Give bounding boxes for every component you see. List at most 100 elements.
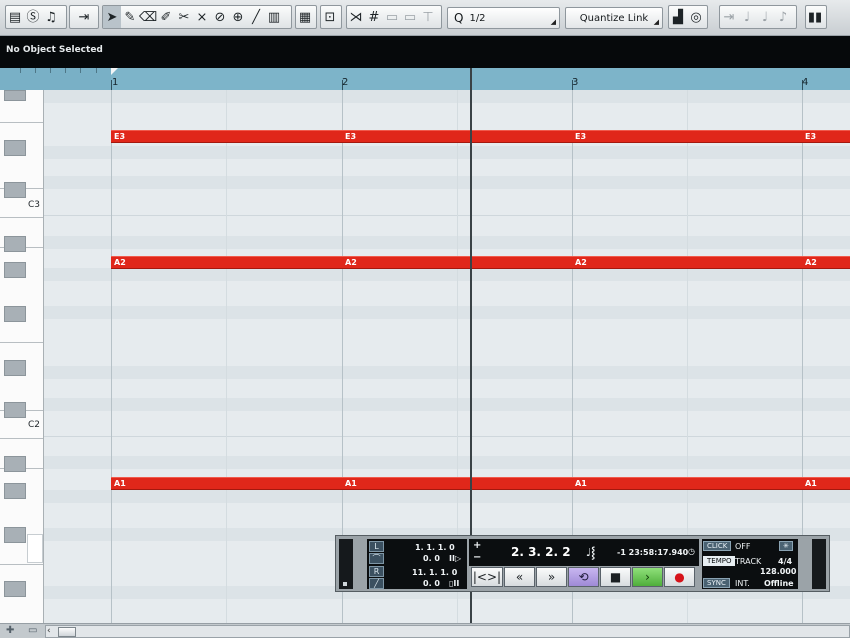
cycle-button[interactable]: ⟲: [568, 567, 599, 587]
right-locator-button[interactable]: R: [369, 566, 384, 577]
punch-in-icon[interactable]: ⌒: [369, 553, 384, 564]
rewind-button[interactable]: «: [504, 567, 535, 587]
tempo-value[interactable]: 128.000: [760, 567, 796, 576]
lane-setup-icon[interactable]: ▟: [669, 6, 687, 28]
scrollbar-thumb[interactable]: [58, 627, 76, 637]
add-icon[interactable]: ✚: [6, 625, 14, 636]
midi-note[interactable]: A2: [472, 256, 802, 269]
zoom-tool-icon[interactable]: ⊕: [229, 6, 247, 28]
black-key[interactable]: [4, 140, 26, 156]
split-tool-icon[interactable]: ✂: [175, 6, 193, 28]
move-insert-icon[interactable]: ♩: [738, 6, 756, 28]
transpose-icon[interactable]: ⊡: [321, 6, 339, 28]
midi-note[interactable]: A2: [802, 256, 850, 269]
primary-position[interactable]: 2. 3. 2. 2: [511, 545, 571, 559]
piano-keyboard[interactable]: C3 C2: [0, 90, 44, 623]
midi-note[interactable]: [702, 130, 802, 143]
fast-forward-button[interactable]: »: [536, 567, 567, 587]
snap-group: ⋊ # ▭ ▭ ⊤: [346, 5, 442, 29]
midi-note[interactable]: A1: [802, 477, 850, 490]
black-key[interactable]: [4, 360, 26, 376]
black-key[interactable]: [4, 456, 26, 472]
quantize-dropdown[interactable]: Q 1/2 ◢: [447, 7, 560, 29]
play-tool-icon[interactable]: ▥: [265, 6, 283, 28]
record-button[interactable]: ●: [664, 567, 695, 587]
midi-note[interactable]: E3: [472, 130, 702, 143]
snap-type-a-icon[interactable]: ▭: [383, 6, 401, 28]
black-key[interactable]: [4, 483, 26, 499]
active-key-highlight: [27, 534, 43, 563]
punch-out-icon[interactable]: ╱: [369, 578, 384, 589]
nudge-minus-icon[interactable]: −: [473, 552, 481, 563]
autoscroll-icon[interactable]: ⇥: [70, 6, 98, 28]
secondary-time[interactable]: -1 23:58:17.940: [617, 548, 688, 557]
black-key[interactable]: [4, 581, 26, 597]
stop-button[interactable]: ■: [600, 567, 631, 587]
time-signature[interactable]: 4/4: [778, 557, 792, 566]
ruler[interactable]: 1 2 3 4: [0, 68, 850, 90]
midi-note[interactable]: E3: [111, 130, 342, 143]
erase-tool-icon[interactable]: ⌫: [139, 6, 157, 28]
mute-tool-icon[interactable]: ⊘: [211, 6, 229, 28]
nudge-plus-icon[interactable]: +: [473, 540, 481, 551]
line-tool-icon[interactable]: ╱: [247, 6, 265, 28]
black-key[interactable]: [4, 527, 26, 543]
snap-grid-icon[interactable]: #: [365, 6, 383, 28]
left-locator-marker[interactable]: [111, 68, 118, 75]
auto-select-icon[interactable]: ▦: [296, 6, 314, 28]
left-locator-button[interactable]: L: [369, 541, 384, 552]
ruler-tick: [65, 68, 66, 73]
horizontal-scrollbar[interactable]: ‹: [45, 625, 850, 638]
transport-left-handle[interactable]: [339, 539, 353, 589]
clock-icon[interactable]: ◷: [688, 547, 695, 556]
inspector-toggle-icon[interactable]: ▤: [6, 6, 24, 28]
black-key-lane: [44, 366, 850, 379]
click-button[interactable]: CLICK: [703, 541, 732, 551]
midi-input-icon[interactable]: ◎: [687, 6, 705, 28]
midi-note[interactable]: A2: [111, 256, 342, 269]
snap-icon[interactable]: ⋊: [347, 6, 365, 28]
right-locator-sub[interactable]: 0. 0: [423, 579, 440, 588]
play-button[interactable]: ›: [632, 567, 663, 587]
goto-start-end-button[interactable]: |<>|: [471, 567, 503, 587]
midi-note[interactable]: E3: [342, 130, 472, 143]
snap-type-c-icon[interactable]: ⊤: [419, 6, 437, 28]
note-label: E3: [805, 132, 817, 141]
note-label: E3: [575, 132, 587, 141]
black-key[interactable]: [4, 306, 26, 322]
black-key[interactable]: [4, 236, 26, 252]
scroll-left-icon[interactable]: ‹: [47, 626, 51, 636]
object-selection-tool-icon[interactable]: ➤: [103, 6, 121, 28]
right-play-icon[interactable]: ▯II: [449, 579, 459, 588]
snap-type-b-icon[interactable]: ▭: [401, 6, 419, 28]
left-locator-value[interactable]: 1. 1. 1. 0: [415, 543, 455, 552]
black-key[interactable]: [4, 182, 26, 198]
midi-note[interactable]: A1: [472, 477, 802, 490]
tempo-button[interactable]: TEMPO: [703, 556, 736, 566]
click-settings-icon[interactable]: ✳: [779, 541, 793, 551]
solo-editor-icon[interactable]: Ⓢ: [24, 6, 42, 28]
midi-note[interactable]: A1: [342, 477, 472, 490]
key-editor-window: ▤ Ⓢ ♫ ⇥ ➤ ✎ ⌫ ✐ ✂ ⨯ ⊘ ⊕ ╱ ▥ ▦ ⊡ ⋊ # ▭ ▭ …: [0, 0, 850, 638]
pitch-record-icon[interactable]: ♩: [756, 6, 774, 28]
trim-tool-icon[interactable]: ✐: [157, 6, 175, 28]
transport-right-handle[interactable]: [812, 539, 826, 589]
black-key[interactable]: [4, 402, 26, 418]
glue-tool-icon[interactable]: ⨯: [193, 6, 211, 28]
midi-note[interactable]: E3: [802, 130, 850, 143]
folder-icon[interactable]: ▭: [28, 625, 37, 636]
midi-note[interactable]: A2: [342, 256, 472, 269]
velocity-record-icon[interactable]: ♪: [774, 6, 792, 28]
right-locator-value[interactable]: 11. 1. 1. 0: [412, 568, 457, 577]
draw-tool-icon[interactable]: ✎: [121, 6, 139, 28]
left-play-icon[interactable]: II▷: [449, 554, 461, 563]
black-key[interactable]: [4, 90, 26, 101]
left-locator-sub[interactable]: 0. 0: [423, 554, 440, 563]
black-key[interactable]: [4, 262, 26, 278]
quantize-link-dropdown[interactable]: Quantize Link ◢: [565, 7, 663, 29]
midi-note[interactable]: A1: [111, 477, 342, 490]
step-input-icon[interactable]: ⇥: [720, 6, 738, 28]
sync-button[interactable]: SYNC: [703, 578, 730, 588]
window-layout-icon[interactable]: ▮▮: [806, 6, 824, 28]
acoustic-feedback-icon[interactable]: ♫: [42, 6, 60, 28]
